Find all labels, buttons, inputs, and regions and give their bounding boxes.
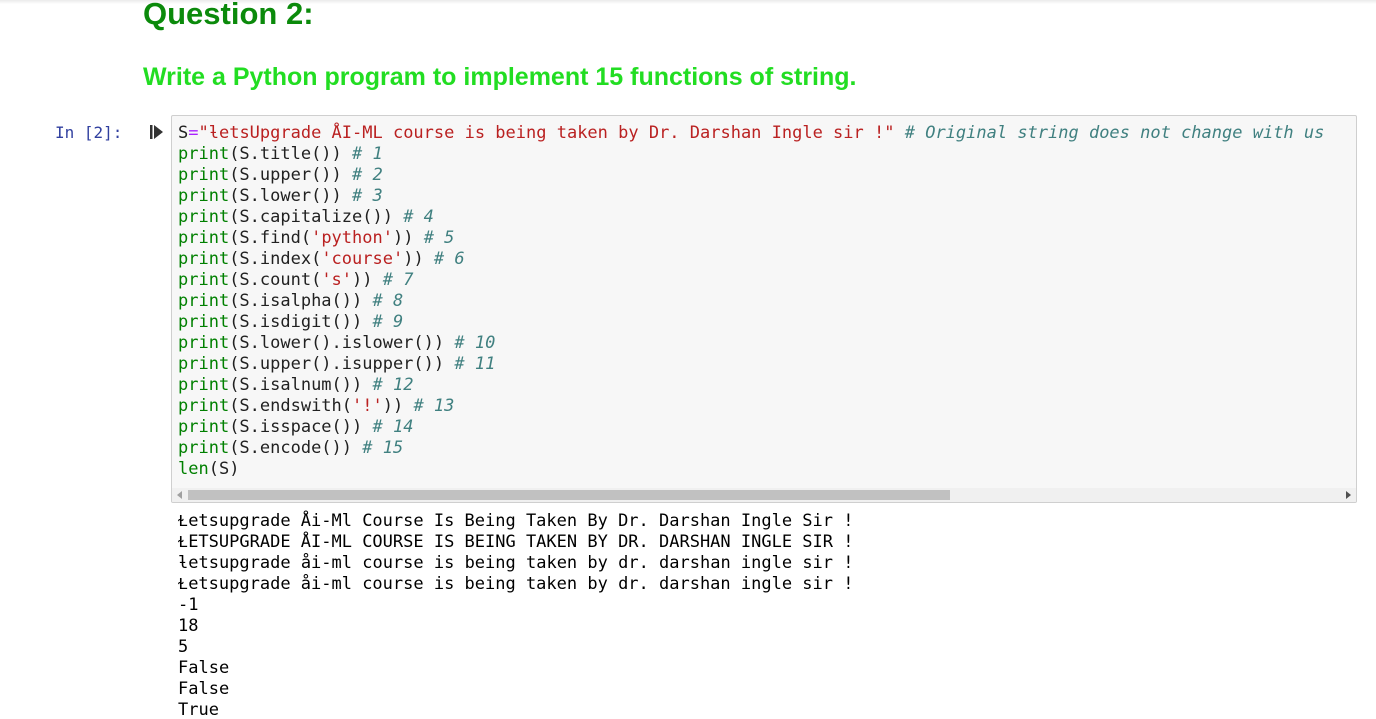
code-line[interactable]: print(S.isalpha()) # 8 (178, 291, 1324, 312)
code-token-comment: # 12 (372, 375, 414, 395)
cell-output: Ɫetsupgrade Åi-Ml Course Is Being Taken … (178, 511, 854, 719)
code-token-comment: # 1 (352, 144, 383, 164)
code-token-text: (S.count( (229, 270, 322, 290)
code-line[interactable]: print(S.isdigit()) # 9 (178, 312, 1324, 333)
input-prompt: In [2]: (55, 123, 123, 142)
code-token-text: )) (403, 249, 434, 269)
code-token-string: 'python' (311, 228, 393, 248)
code-token-text: (S.isspace()) (229, 417, 373, 437)
output-line: ƚetsupgrade åi-ml course is being taken … (178, 553, 854, 573)
code-token-comment: # 4 (403, 207, 434, 227)
code-token-comment: # 3 (352, 186, 383, 206)
code-token-text: (S.isalpha()) (229, 291, 373, 311)
output-line: Ɫetsupgrade Åi-Ml Course Is Being Taken … (178, 511, 854, 531)
code-line[interactable]: print(S.encode()) # 15 (178, 438, 1324, 459)
code-input-area[interactable]: S="ƚetsUpgrade ÅI-ML course is being tak… (171, 115, 1357, 503)
code-token-comment: # 9 (372, 312, 404, 332)
output-line: 18 (178, 616, 199, 636)
code-token-text: )) (382, 396, 414, 416)
output-line: ⱢETSUPGRADE ÅI-ML COURSE IS BEING TAKEN … (178, 532, 854, 552)
code-token-builtin: print (178, 186, 230, 206)
code-token-text: (S.endswith( (229, 396, 353, 416)
code-token-builtin: print (178, 291, 230, 311)
code-token-builtin: print (178, 417, 230, 437)
output-line: False (178, 658, 230, 678)
code-token-string: 'course' (321, 249, 404, 269)
code-token-text: (S.isdigit()) (229, 312, 373, 332)
code-token-text: (S.upper().isupper()) (229, 354, 455, 374)
code-line[interactable]: print(S.index('course')) # 6 (178, 249, 1324, 270)
code-token-builtin: len (178, 459, 209, 479)
code-token-builtin: print (178, 396, 230, 416)
question-heading: Question 2: (143, 0, 314, 31)
horizontal-scrollbar[interactable] (172, 488, 1356, 502)
code-token-text: )) (352, 270, 383, 290)
code-token-comment: # Original string does not change with u… (904, 123, 1325, 143)
code-token-builtin: print (178, 207, 230, 227)
code-editor[interactable]: S="ƚetsUpgrade ÅI-ML course is being tak… (178, 123, 1324, 480)
code-token-builtin: print (178, 249, 230, 269)
output-line: True (178, 700, 219, 719)
output-line: -1 (178, 595, 199, 615)
code-token-comment: # 13 (413, 396, 455, 416)
code-token-builtin: print (178, 375, 230, 395)
code-line[interactable]: print(S.count('s')) # 7 (178, 270, 1324, 291)
scroll-right-icon[interactable] (1346, 491, 1351, 499)
code-token-keyword: = (188, 123, 199, 143)
code-token-text: (S.upper()) (229, 165, 353, 185)
code-token-text: (S.encode()) (229, 438, 363, 458)
output-line: False (178, 679, 230, 699)
code-token-comment: # 14 (372, 417, 414, 437)
code-token-text: (S.title()) (229, 144, 353, 164)
output-line: Ɫetsupgrade åi-ml course is being taken … (178, 574, 854, 594)
code-token-text: (S.lower().islower()) (229, 333, 455, 353)
code-line[interactable]: print(S.isspace()) # 14 (178, 417, 1324, 438)
code-line[interactable]: print(S.lower().islower()) # 10 (178, 333, 1324, 354)
code-token-builtin: print (178, 144, 230, 164)
code-token-builtin: print (178, 354, 230, 374)
code-token-string: "ƚetsUpgrade ÅI-ML course is being taken… (198, 123, 895, 143)
code-line[interactable]: print(S.find('python')) # 5 (178, 228, 1324, 249)
code-token-builtin: print (178, 270, 230, 290)
code-line[interactable]: print(S.upper().isupper()) # 11 (178, 354, 1324, 375)
scrollbar-thumb[interactable] (188, 490, 950, 500)
code-token-text: )) (392, 228, 424, 248)
code-token-builtin: print (178, 333, 230, 353)
code-line[interactable]: print(S.title()) # 1 (178, 144, 1324, 165)
code-token-text: (S.index( (229, 249, 322, 269)
code-token-text: S (178, 123, 189, 143)
task-heading: Write a Python program to implement 15 f… (143, 63, 857, 91)
code-token-comment: # 8 (372, 291, 404, 311)
code-token-comment: # 6 (433, 249, 465, 269)
code-token-string: 's' (321, 270, 353, 290)
code-line[interactable]: print(S.isalnum()) # 12 (178, 375, 1324, 396)
code-line[interactable]: print(S.upper()) # 2 (178, 165, 1324, 186)
code-token-builtin: print (178, 438, 230, 458)
code-line[interactable]: print(S.lower()) # 3 (178, 186, 1324, 207)
code-token-comment: # 15 (362, 438, 404, 458)
code-token-comment: # 5 (423, 228, 455, 248)
code-token-comment: # 10 (454, 333, 496, 353)
code-line[interactable]: S="ƚetsUpgrade ÅI-ML course is being tak… (178, 123, 1324, 144)
code-token-comment: # 2 (352, 165, 383, 185)
scroll-left-icon[interactable] (177, 491, 182, 499)
code-line[interactable]: print(S.endswith('!')) # 13 (178, 396, 1324, 417)
run-cell-icon[interactable] (150, 125, 164, 139)
code-token-text: (S.isalnum()) (229, 375, 373, 395)
code-token-text: (S.lower()) (229, 186, 353, 206)
code-token-string: '!' (352, 396, 383, 416)
code-token-builtin: print (178, 165, 230, 185)
code-token-builtin: print (178, 312, 230, 332)
code-token-text: (S.capitalize()) (229, 207, 404, 227)
code-line[interactable]: len(S) (178, 459, 1324, 480)
code-token-builtin: print (178, 228, 230, 248)
code-token-text: (S) (208, 459, 240, 479)
code-line[interactable]: print(S.capitalize()) # 4 (178, 207, 1324, 228)
code-token-comment: # 11 (454, 354, 496, 374)
code-token-comment: # 7 (382, 270, 414, 290)
code-token-text: (S.find( (229, 228, 312, 248)
output-line: 5 (178, 637, 189, 657)
